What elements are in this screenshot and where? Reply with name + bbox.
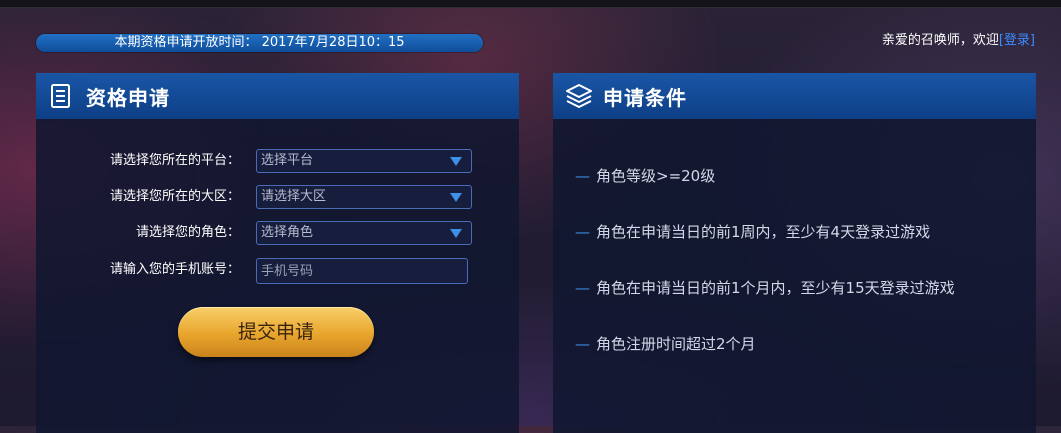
condition-text: 角色在申请当日的前1个月内，至少有15天登录过游戏: [596, 279, 955, 297]
document-list-icon: [48, 83, 74, 109]
platform-label: 请选择您所在的平台：: [109, 153, 240, 168]
platform-select-value: 选择平台: [261, 153, 314, 168]
apply-panel-header: 资格申请: [36, 73, 519, 119]
submit-button[interactable]: 提交申请: [178, 307, 374, 357]
login-link[interactable]: [登录]: [999, 33, 1035, 48]
chevron-down-icon: [450, 157, 462, 166]
region-row: 请选择您所在的大区： 请选择大区: [36, 185, 519, 209]
chevron-down-icon: [450, 193, 462, 202]
conditions-panel: 申请条件 — 角色等级>=20级 — 角色在申请当日的前1周内，至少有4天登录过游戏…: [553, 73, 1036, 433]
greeting-text: 亲爱的召唤师，欢迎: [881, 33, 999, 48]
condition-dash: —: [575, 335, 590, 353]
phone-label: 请输入您的手机账号：: [109, 262, 240, 277]
open-time-notice: 本期资格申请开放时间： 2017年7月28日10：15: [36, 34, 483, 52]
greeting: 亲爱的召唤师，欢迎[登录]: [882, 32, 1035, 50]
condition-item: — 角色等级>=20级: [575, 166, 955, 222]
apply-panel: 资格申请 请选择您所在的平台： 选择平台 请选择您所在的大区： 请选择大区 请选…: [36, 73, 519, 433]
phone-input[interactable]: [256, 258, 468, 284]
condition-text: 角色在申请当日的前1周内，至少有4天登录过游戏: [596, 223, 931, 241]
apply-panel-title: 资格申请: [86, 85, 170, 110]
layers-icon: [565, 83, 592, 109]
chevron-down-icon: [450, 229, 462, 238]
phone-row: 请输入您的手机账号：: [36, 258, 519, 284]
condition-item: — 角色注册时间超过2个月: [575, 334, 955, 390]
conditions-panel-header: 申请条件: [553, 73, 1036, 119]
platform-row: 请选择您所在的平台： 选择平台: [36, 149, 519, 173]
condition-dash: —: [575, 167, 590, 185]
role-select[interactable]: 选择角色: [256, 221, 472, 245]
region-select-value: 请选择大区: [261, 189, 327, 204]
condition-text: 角色注册时间超过2个月: [596, 335, 756, 353]
role-row: 请选择您的角色： 选择角色: [36, 221, 519, 245]
role-label: 请选择您的角色：: [135, 225, 240, 240]
condition-dash: —: [575, 223, 590, 241]
region-label: 请选择您所在的大区：: [109, 189, 240, 204]
conditions-panel-title: 申请条件: [603, 85, 687, 110]
condition-item: — 角色在申请当日的前1周内，至少有4天登录过游戏: [575, 222, 955, 278]
condition-item: — 角色在申请当日的前1个月内，至少有15天登录过游戏: [575, 278, 955, 334]
platform-select[interactable]: 选择平台: [256, 149, 472, 173]
region-select[interactable]: 请选择大区: [256, 185, 472, 209]
condition-dash: —: [575, 279, 590, 297]
top-strip: [0, 0, 1061, 8]
conditions-list: — 角色等级>=20级 — 角色在申请当日的前1周内，至少有4天登录过游戏 — 角色在…: [575, 166, 955, 390]
role-select-value: 选择角色: [261, 225, 314, 240]
condition-text: 角色等级>=20级: [596, 167, 716, 185]
